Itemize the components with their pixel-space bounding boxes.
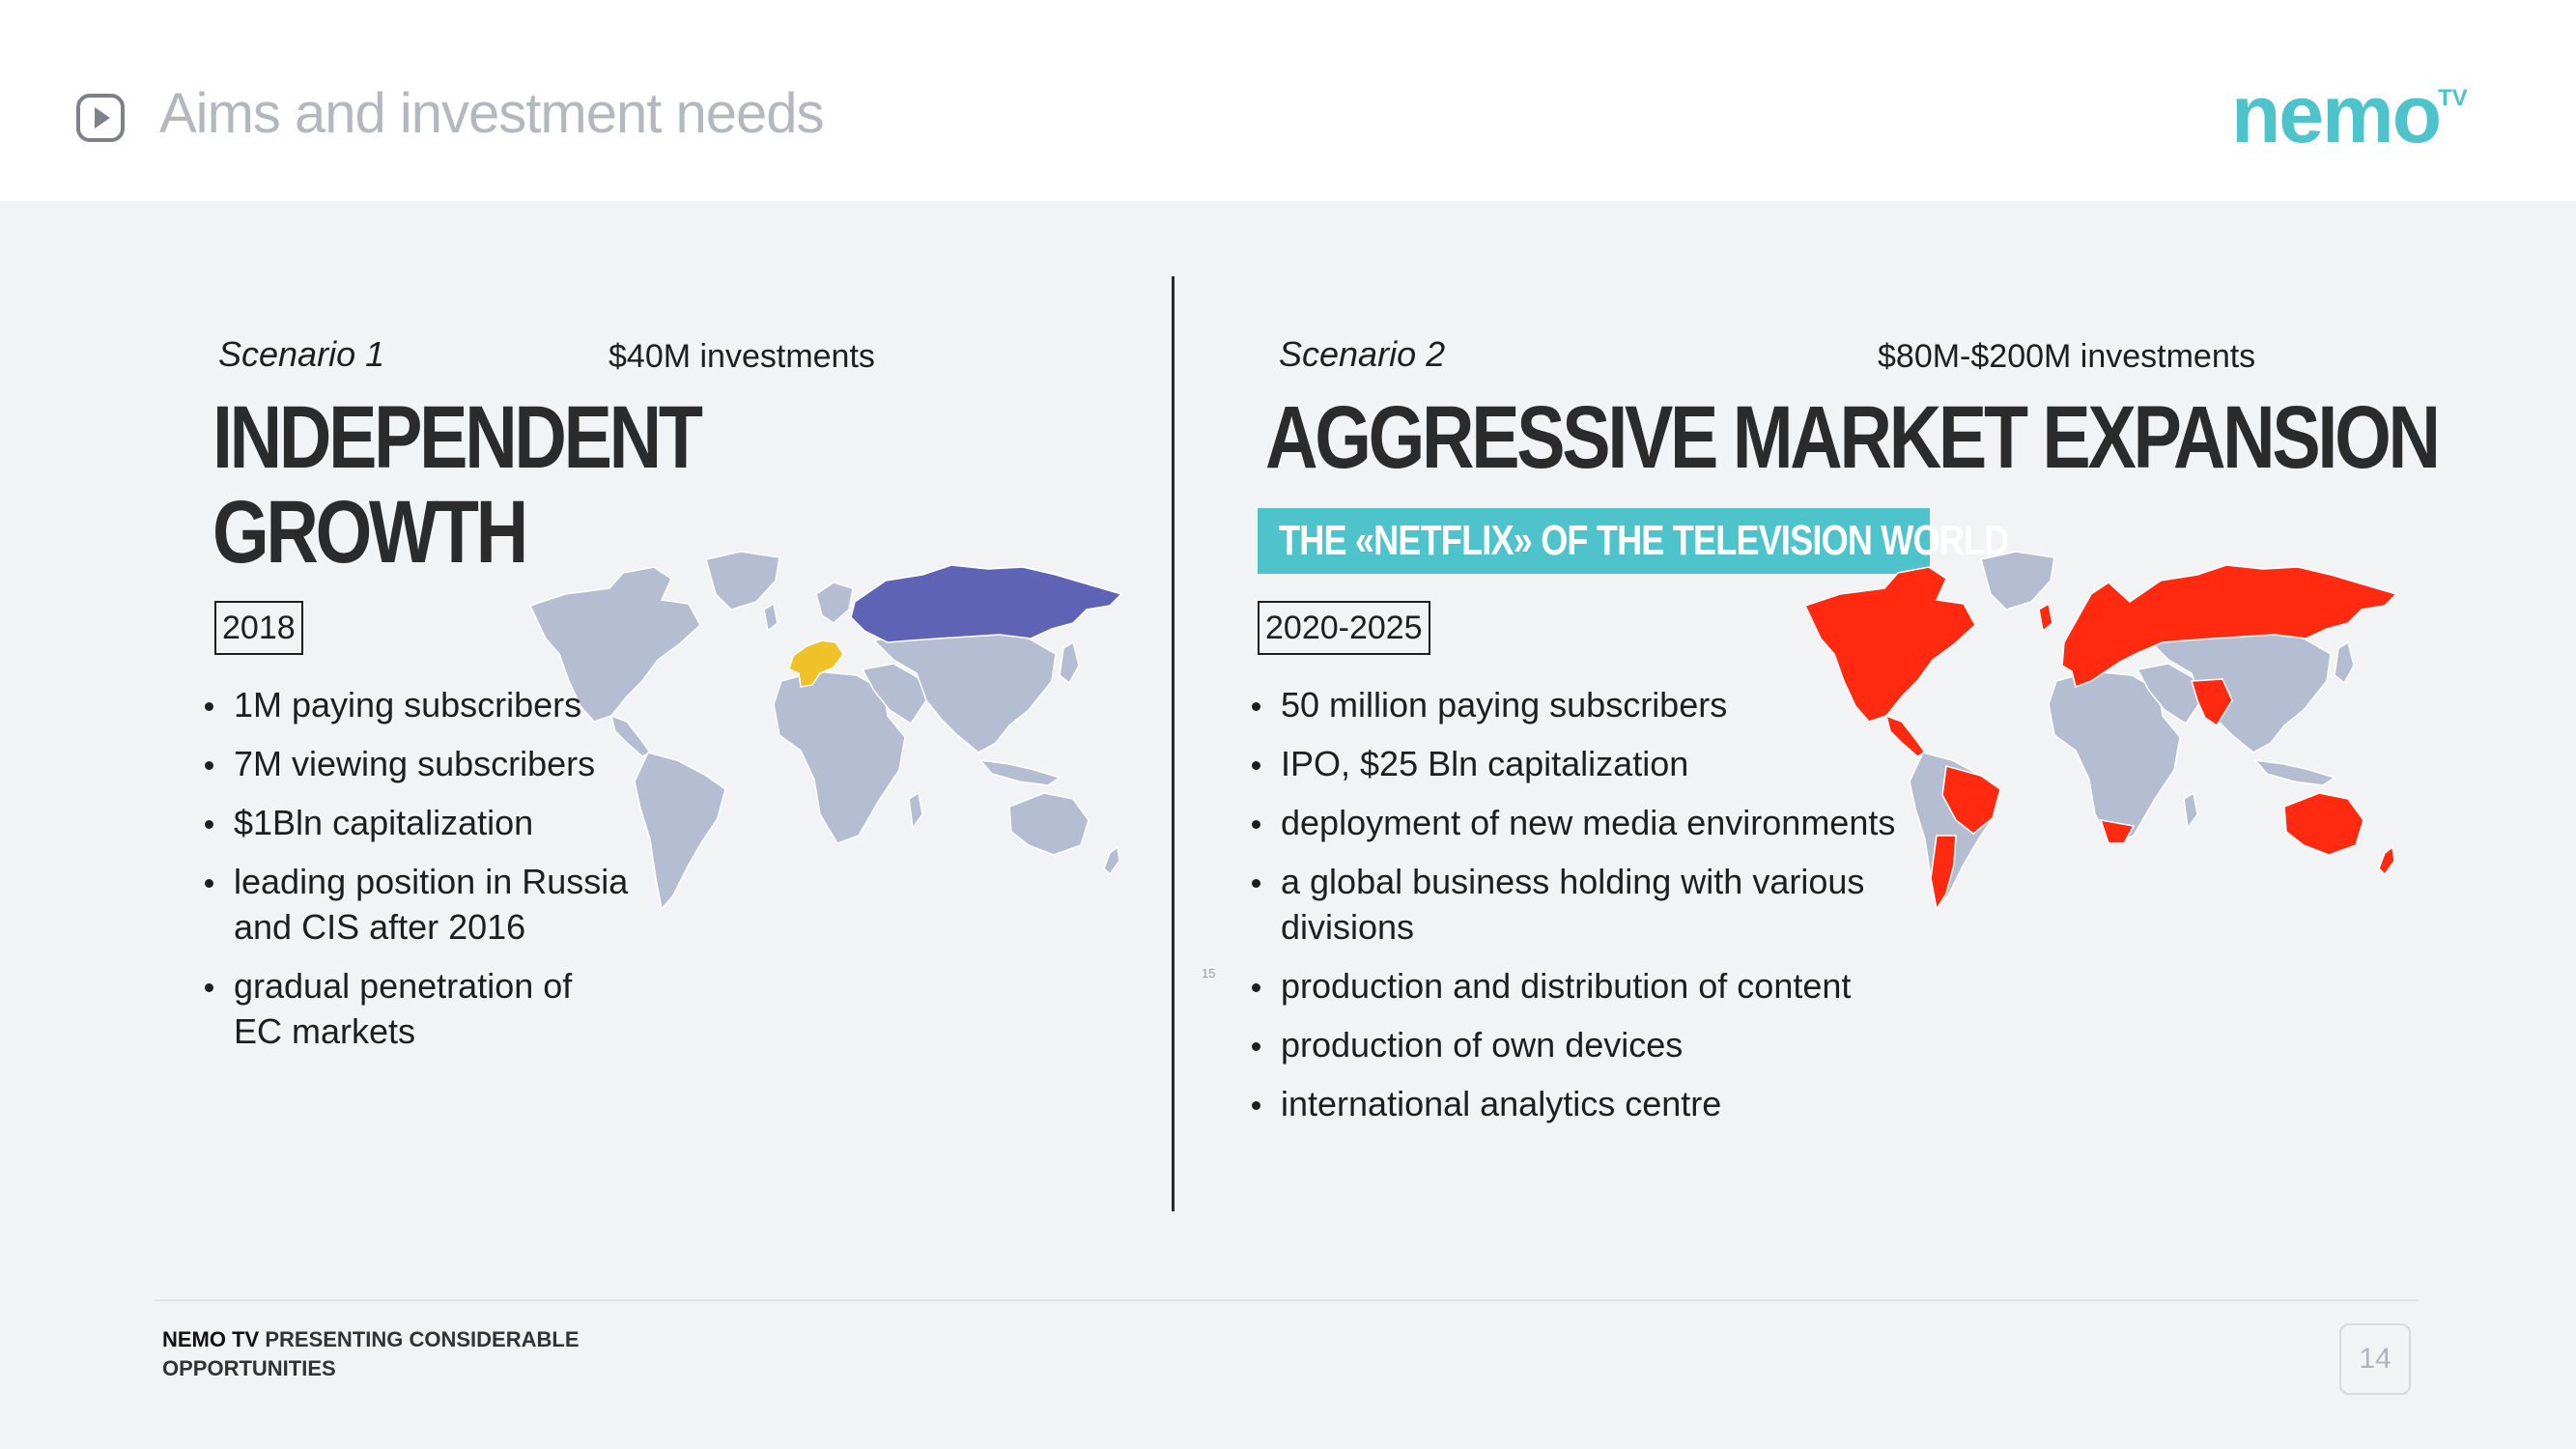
small-page-marker: 15: [1202, 966, 1216, 980]
scenario2-bullet: international analytics centre: [1252, 1081, 1928, 1126]
scenario1-bullet-list: 1M paying subscribers 7M viewing subscri…: [205, 682, 630, 1067]
scenario2-bullet: production of own devices: [1252, 1022, 1928, 1067]
scenario1-bullet: leading position in Russia and CIS after…: [205, 859, 630, 950]
scenario1-bullet: $1Bln capitalization: [205, 800, 630, 845]
scenario1-heading-line1: INDEPENDENT: [212, 388, 703, 487]
scenario2-bullet: production and distribution of content: [1252, 963, 1928, 1009]
footer-divider: [155, 1299, 2419, 1301]
scenario1-bullet: 1M paying subscribers: [205, 682, 630, 727]
scenario1-period: 2018: [214, 601, 303, 655]
play-circle-icon[interactable]: [75, 93, 126, 143]
scenario1-bullet: gradual penetration of EC markets: [205, 963, 630, 1054]
scenario2-investment: $80M-$200M investments: [1878, 338, 2256, 375]
page-number: 14: [2339, 1323, 2411, 1395]
scenario1-heading-line2: GROWTH: [212, 483, 528, 582]
scenario2-bullet-list: 50 million paying subscribers IPO, $25 B…: [1252, 682, 1928, 1140]
scenario1-bullet: 7M viewing subscribers: [205, 741, 630, 786]
footer-brand: NEMO TV: [162, 1327, 260, 1351]
scenario1-label: Scenario 1: [218, 334, 385, 374]
scenario2-bullet: IPO, $25 Bln capitalization: [1252, 741, 1928, 786]
scenario2-bullet: a global business holding with various d…: [1252, 859, 1928, 950]
page-title: Aims and investment needs: [159, 82, 824, 145]
logo-superscript: TV: [2438, 85, 2468, 111]
scenario1-investment: $40M investments: [609, 338, 875, 375]
scenario2-label: Scenario 2: [1279, 334, 1446, 374]
scenario2-heading: AGGRESSIVE MARKET EXPANSION: [1265, 388, 2441, 487]
column-divider: [1172, 276, 1175, 1211]
scenario2-bullet: 50 million paying subscribers: [1252, 682, 1928, 727]
scenario2-bullet: deployment of new media environments: [1252, 800, 1928, 845]
scenario2-period: 2020-2025: [1258, 601, 1430, 655]
footer-caption: NEMO TV PRESENTING CONSIDERABLE OPPORTUN…: [162, 1325, 703, 1383]
nemo-tv-logo[interactable]: nemo: [2231, 68, 2442, 161]
